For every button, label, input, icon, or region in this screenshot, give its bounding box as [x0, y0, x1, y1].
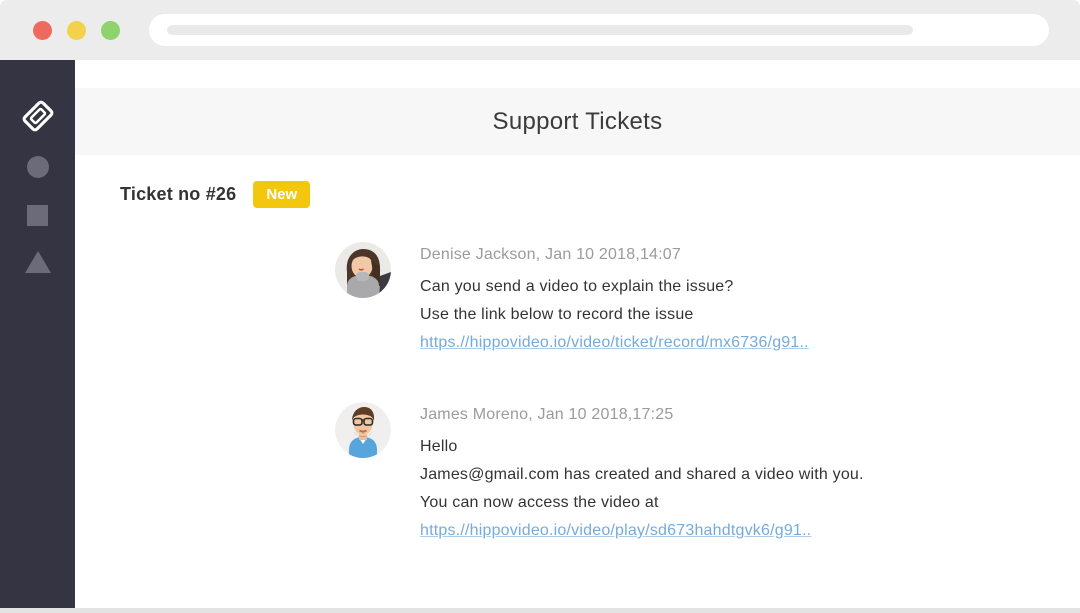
- page-title: Support Tickets: [493, 108, 663, 136]
- message-line: Hello: [420, 433, 864, 461]
- message-line: James@gmail.com has created and shared a…: [420, 461, 864, 489]
- ticket-icon: [21, 99, 55, 136]
- maximize-button[interactable]: [101, 21, 120, 40]
- avatar-denise: [335, 242, 391, 298]
- traffic-lights: [0, 21, 120, 40]
- page-header: Support Tickets: [75, 88, 1080, 155]
- avatar-james: [335, 402, 391, 458]
- message-denise: Denise Jackson, Jan 10 2018,14:07 Can yo…: [335, 242, 1080, 357]
- message-meta: Denise Jackson, Jan 10 2018,14:07: [420, 245, 809, 265]
- browser-window: Support Tickets Ticket no #26 New: [0, 0, 1080, 613]
- ticket-number-label: Ticket no #26: [120, 184, 236, 205]
- message-thread: Denise Jackson, Jan 10 2018,14:07 Can yo…: [335, 242, 1080, 545]
- sidebar: [0, 60, 75, 608]
- sidebar-item-tickets[interactable]: [19, 98, 57, 136]
- sidebar-item-triangle[interactable]: [25, 251, 51, 273]
- sidebar-item-circle[interactable]: [27, 156, 49, 178]
- sidebar-item-square[interactable]: [27, 205, 48, 226]
- address-bar-placeholder-line: [167, 25, 913, 35]
- status-badge-new: New: [253, 181, 310, 208]
- message-line: Can you send a video to explain the issu…: [420, 273, 809, 301]
- play-video-link[interactable]: https.//hippovideo.io/video/play/sd673ha…: [420, 517, 811, 545]
- content-top-spacer: [75, 60, 1080, 88]
- main-content: Support Tickets Ticket no #26 New: [75, 60, 1080, 608]
- message-line: You can now access the video at: [420, 489, 864, 517]
- message-meta: James Moreno, Jan 10 2018,17:25: [420, 405, 864, 425]
- ticket-header-row: Ticket no #26 New: [120, 181, 1080, 208]
- minimize-button[interactable]: [67, 21, 86, 40]
- address-bar[interactable]: [149, 14, 1049, 46]
- browser-chrome: [0, 0, 1080, 60]
- message-james: James Moreno, Jan 10 2018,17:25 Hello Ja…: [335, 402, 1080, 545]
- window-bottom-edge: [0, 608, 1080, 613]
- message-line: Use the link below to record the issue: [420, 301, 809, 329]
- close-button[interactable]: [33, 21, 52, 40]
- record-video-link[interactable]: https.//hippovideo.io/video/ticket/recor…: [420, 329, 809, 357]
